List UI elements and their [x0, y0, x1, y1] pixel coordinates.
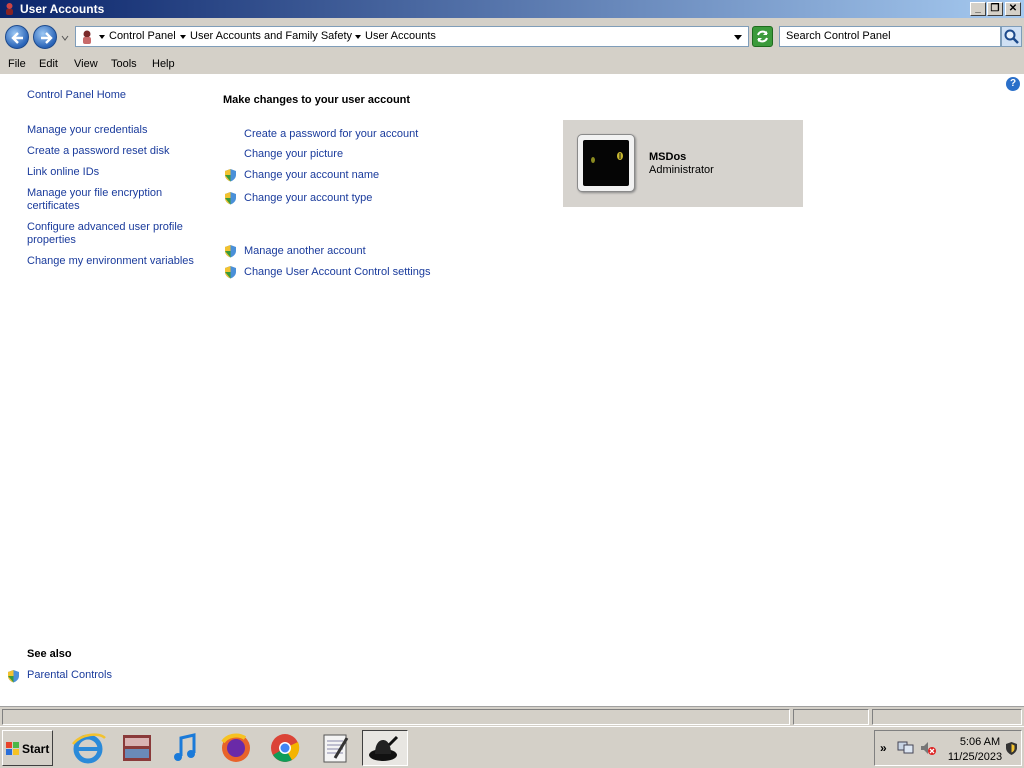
main-content: ? Control Panel Home Manage your credent…: [0, 74, 1024, 706]
change-account-name-link[interactable]: Change your account name: [244, 169, 379, 182]
breadcrumb-control-panel[interactable]: Control Panel: [109, 30, 176, 42]
uac-settings-link[interactable]: Change User Account Control settings: [244, 266, 431, 279]
uac-shield-icon: [225, 245, 236, 258]
status-pane-tertiary: [872, 709, 1022, 725]
menu-bar: File Edit View Tools Help: [0, 56, 1024, 74]
uac-shield-icon: [225, 192, 236, 205]
address-bar[interactable]: Control Panel User Accounts and Family S…: [75, 26, 749, 47]
help-icon[interactable]: ?: [1006, 77, 1020, 91]
menu-tools[interactable]: Tools: [111, 58, 137, 70]
taskbar-internet-explorer[interactable]: [65, 730, 111, 766]
start-button[interactable]: Start: [2, 730, 53, 766]
clock-time[interactable]: 5:06 AM: [955, 736, 1005, 748]
media-center-icon: [123, 735, 151, 761]
sidebar-manage-credentials[interactable]: Manage your credentials: [27, 124, 147, 137]
user-name: MSDos: [649, 151, 687, 163]
sidebar-link-online-ids[interactable]: Link online IDs: [27, 166, 99, 179]
restore-button[interactable]: ❐: [987, 2, 1003, 16]
taskbar-notepad[interactable]: [313, 730, 359, 766]
search-icon: [1004, 29, 1019, 44]
search-button[interactable]: [1001, 26, 1022, 47]
chrome-icon: [271, 734, 300, 762]
firefox-icon: [221, 733, 250, 762]
change-picture-link[interactable]: Change your picture: [244, 148, 343, 161]
itunes-icon: [174, 733, 196, 761]
tray-expander-button[interactable]: »: [880, 741, 887, 755]
taskbar: Start » 5:06 AM 11/25/2023: [0, 726, 1024, 768]
user-role: Administrator: [649, 164, 714, 176]
manage-another-account-link[interactable]: Manage another account: [244, 245, 366, 258]
see-also-heading: See also: [27, 648, 72, 660]
status-pane-secondary: [793, 709, 869, 725]
breadcrumb-user-accounts-family-safety[interactable]: User Accounts and Family Safety: [190, 30, 352, 42]
sidebar-control-panel-home[interactable]: Control Panel Home: [27, 89, 126, 102]
window-title: User Accounts: [20, 2, 105, 16]
sidebar-environment-variables[interactable]: Change my environment variables: [27, 255, 194, 268]
uac-shield-icon: [8, 670, 19, 683]
menu-file[interactable]: File: [8, 58, 26, 70]
taskbar-firefox[interactable]: [213, 730, 259, 766]
title-bar: User Accounts _ ❐ ✕: [0, 0, 1024, 18]
refresh-icon: [757, 30, 768, 43]
menu-help[interactable]: Help: [152, 58, 175, 70]
chevron-down-icon[interactable]: [180, 35, 186, 39]
chevron-down-icon[interactable]: [99, 35, 105, 39]
cat-picture-icon: [583, 140, 629, 186]
address-dropdown-icon[interactable]: [734, 35, 742, 40]
network-icon[interactable]: [897, 740, 915, 756]
security-shield-icon[interactable]: [1005, 741, 1018, 756]
clock-date[interactable]: 11/25/2023: [945, 751, 1005, 763]
page-title: Make changes to your user account: [223, 94, 411, 106]
recent-pages-dropdown-icon[interactable]: [61, 34, 69, 42]
breadcrumb-user-accounts[interactable]: User Accounts: [365, 30, 436, 42]
notepad-icon: [323, 734, 349, 763]
menu-view[interactable]: View: [74, 58, 98, 70]
sidebar-password-reset-disk[interactable]: Create a password reset disk: [27, 145, 169, 158]
user-accounts-icon: [6, 3, 13, 15]
volume-muted-icon[interactable]: [919, 740, 937, 756]
menu-edit[interactable]: Edit: [39, 58, 58, 70]
back-button[interactable]: [5, 25, 29, 49]
taskbar-itunes[interactable]: [163, 730, 209, 766]
control-panel-icon: [83, 30, 91, 44]
forward-button[interactable]: [33, 25, 57, 49]
uac-shield-icon: [225, 169, 236, 182]
taskbar-media-center[interactable]: [114, 730, 160, 766]
sidebar-advanced-profile-properties[interactable]: Configure advanced user profile properti…: [27, 221, 192, 247]
minimize-button[interactable]: _: [970, 2, 986, 16]
sidebar-file-encryption-certificates[interactable]: Manage your file encryption certificates: [27, 187, 177, 213]
search-input[interactable]: Search Control Panel: [779, 26, 1001, 47]
status-bar: [0, 706, 1024, 726]
status-pane-main: [2, 709, 790, 725]
taskbar-chrome[interactable]: [262, 730, 308, 766]
uac-shield-icon: [225, 266, 236, 279]
create-password-link[interactable]: Create a password for your account: [244, 128, 418, 141]
close-button[interactable]: ✕: [1005, 2, 1021, 16]
back-arrow-icon: [11, 32, 23, 44]
change-account-type-link[interactable]: Change your account type: [244, 192, 372, 205]
refresh-button[interactable]: [752, 26, 773, 47]
taskbar-user-accounts-window[interactable]: [362, 730, 408, 766]
start-label: Start: [22, 742, 50, 756]
avatar[interactable]: [577, 134, 635, 192]
forward-arrow-icon: [41, 32, 53, 44]
chevron-down-icon[interactable]: [355, 35, 361, 39]
black-hat-icon: [369, 735, 399, 761]
address-toolbar: Control Panel User Accounts and Family S…: [0, 18, 1024, 56]
user-account-card: MSDos Administrator: [563, 120, 803, 207]
parental-controls-link[interactable]: Parental Controls: [27, 669, 112, 682]
internet-explorer-icon: [72, 733, 106, 764]
system-tray: » 5:06 AM 11/25/2023: [874, 730, 1022, 766]
windows-logo-icon: [6, 742, 19, 755]
